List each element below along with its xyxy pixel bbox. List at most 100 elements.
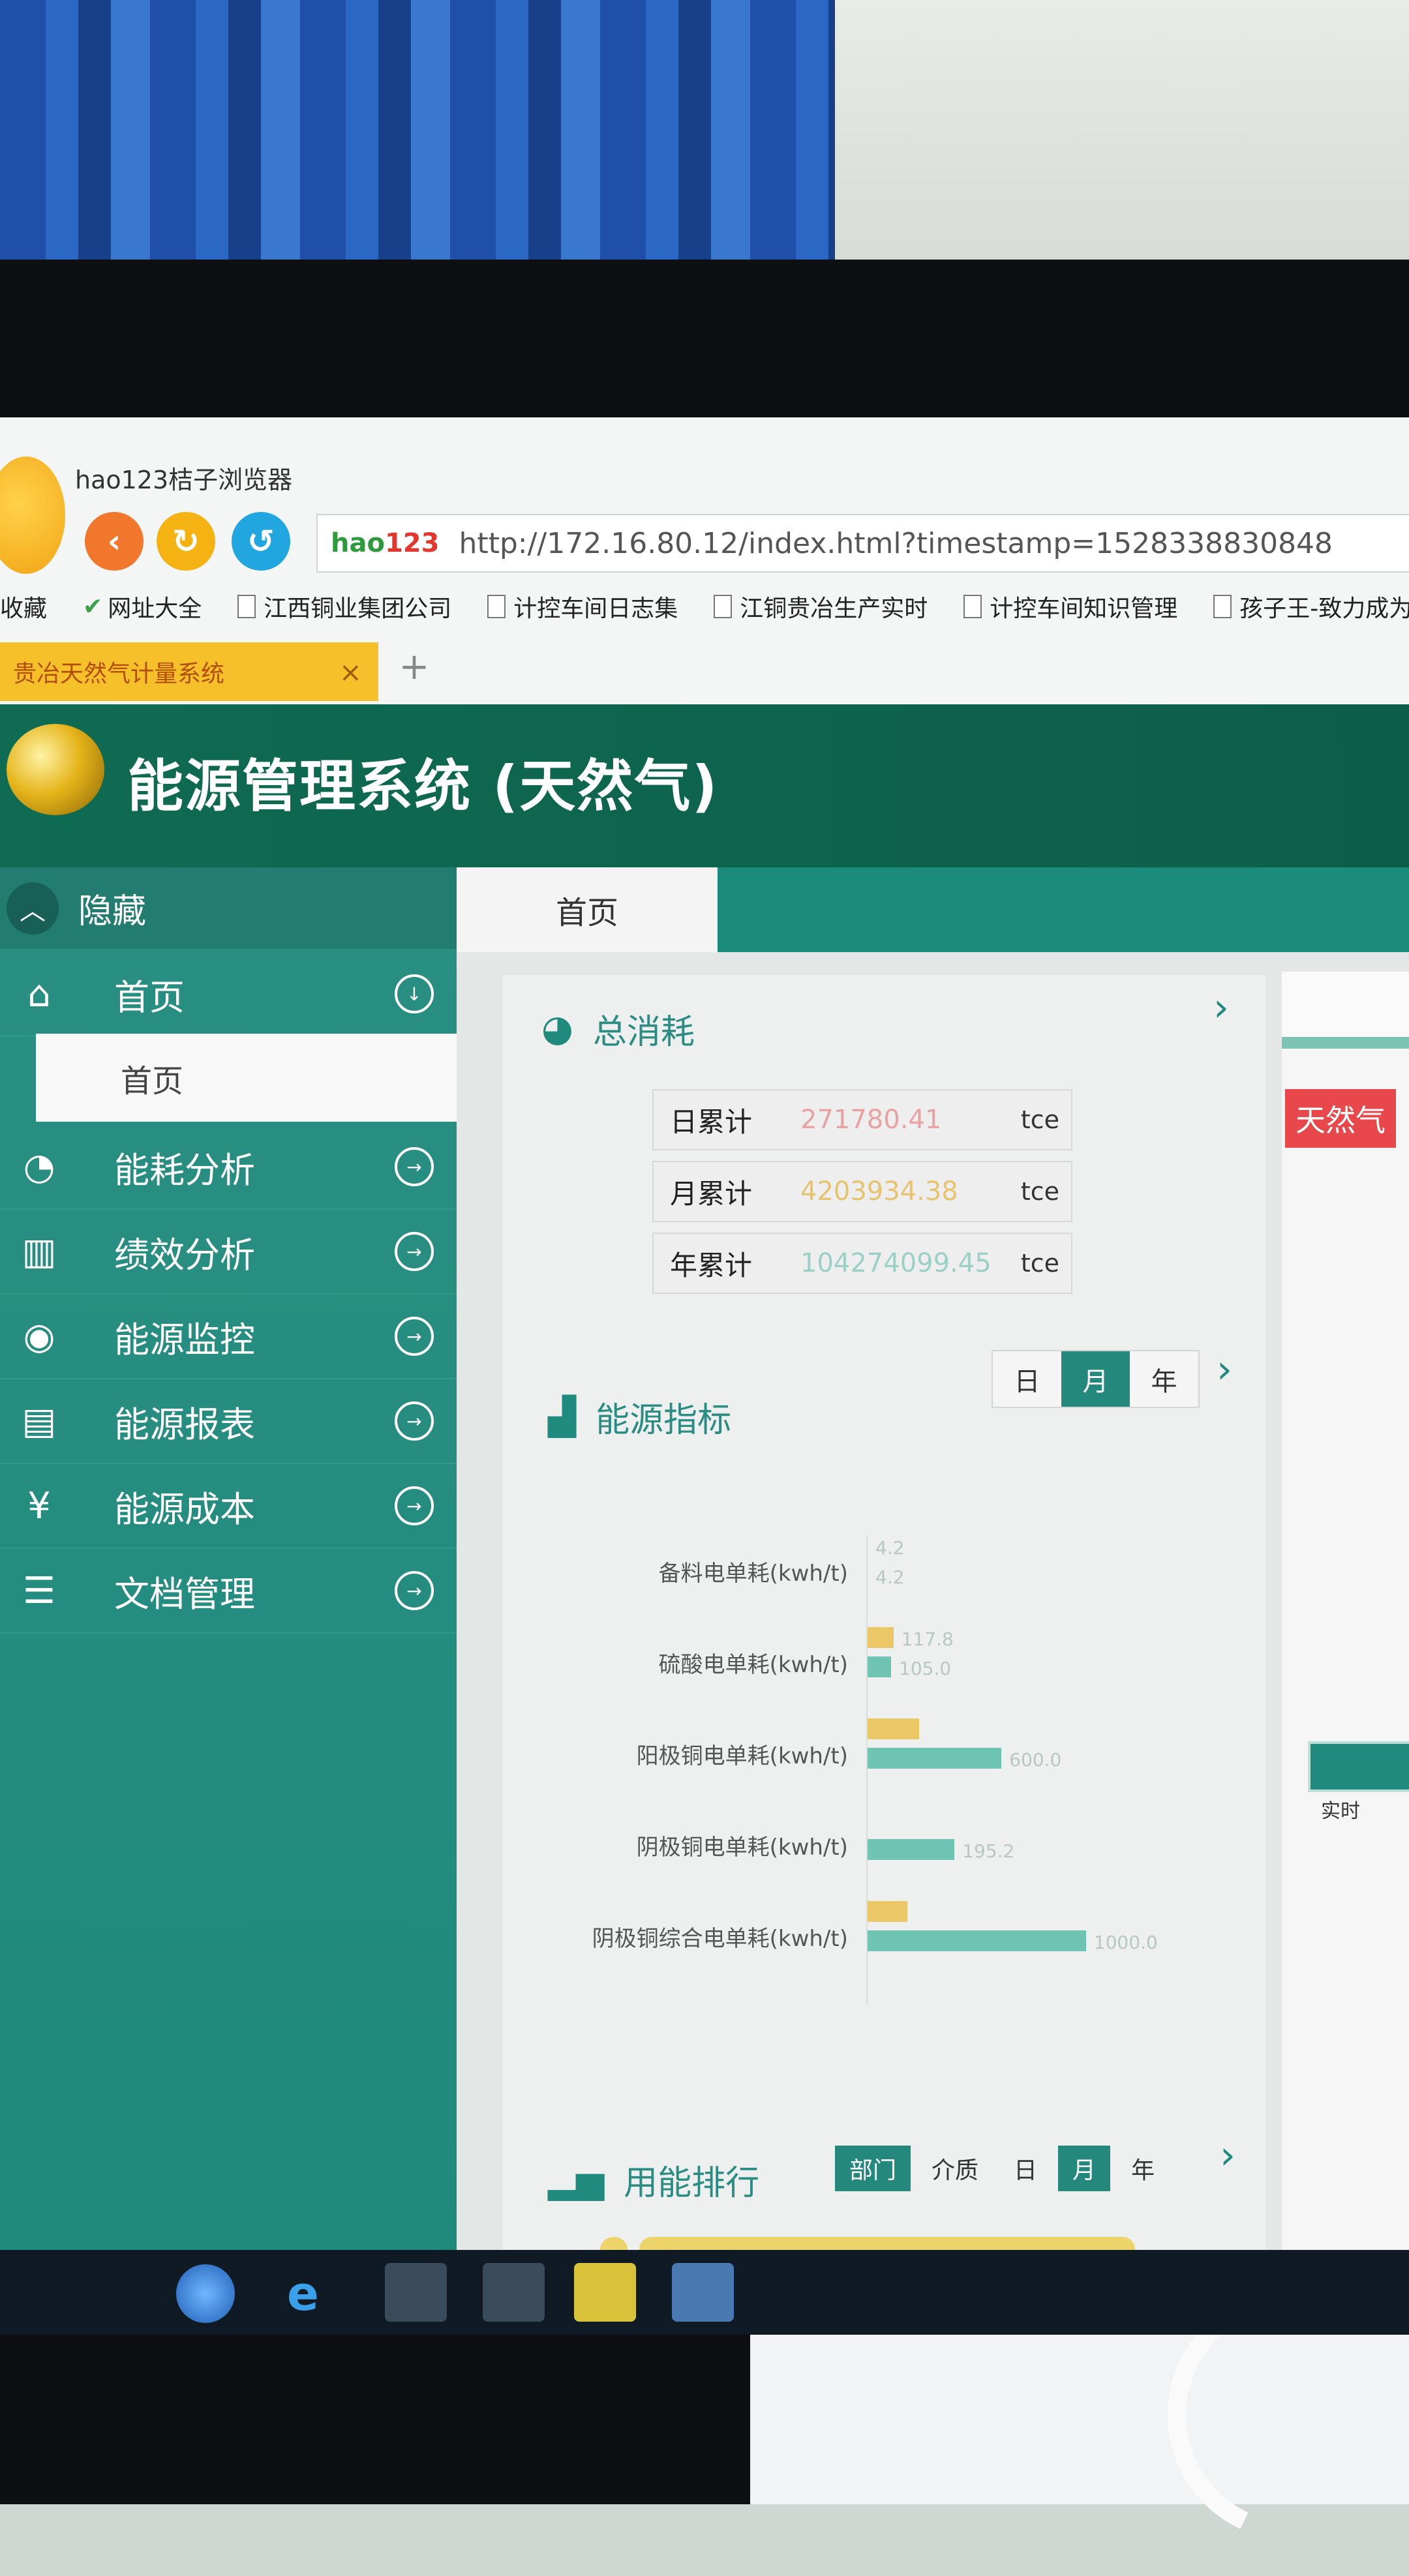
bookmark-item[interactable]: 江西铜业集团公司 [237,590,451,623]
indicator-value-actual: 195.2 [962,1840,1015,1862]
right-panel-header [1282,972,1409,1049]
chevron-right-icon[interactable]: › [1217,1347,1232,1392]
url-text[interactable]: http://172.16.80.12/index.html?timestamp… [459,527,1333,560]
app-header: 能源管理系统 (天然气) [0,704,1409,867]
home-icon: ⌂ [27,972,51,1015]
new-tab-button[interactable]: + [391,646,437,695]
stat-row-monthly: 月累计 4203934.38 tce [652,1161,1072,1222]
indicator-bar-actual [868,1748,1002,1769]
eye-icon: ◉ [23,1315,55,1358]
sidebar-item-label: 文档管理 [114,1573,255,1615]
browser-logo-icon [0,457,65,574]
expand-right-icon: → [395,1232,434,1271]
back-arrow-icon: ‹ [107,522,121,560]
expand-right-icon: → [395,1401,434,1441]
sidebar-item-energy-monitor[interactable]: ◉ 能源监控 → [0,1295,457,1379]
stat-value: 271780.41 [800,1105,942,1135]
energy-indicator-title: ▟ 能源指标 [548,1396,732,1440]
stat-value: 4203934.38 [800,1176,958,1206]
sidebar-item-label: 首页 [114,976,185,1018]
bookmark-favorites[interactable]: 收藏 [0,590,47,623]
filter-department[interactable]: 部门 [835,2146,911,2191]
address-bar[interactable]: hao123 http://172.16.80.12/index.html?ti… [316,514,1409,573]
toggle-month[interactable]: 月 [1061,1351,1130,1407]
report-icon: ▤ [22,1400,57,1443]
undo-button[interactable]: ↺ [232,512,290,571]
content-tabbar: 首页 [457,867,1409,952]
sidebar-hide-label: 隐藏 [78,892,147,931]
toggle-day[interactable]: 日 [993,1351,1061,1407]
tab-strip: 贵冶天然气计量系统 × + [0,642,1409,701]
stat-value: 104274099.45 [800,1248,992,1278]
sidebar-item-label: 能源报表 [114,1403,255,1445]
indicator-bar-actual [868,1930,1086,1951]
filter-month[interactable]: 月 [1058,2146,1111,2191]
bookmark-item[interactable]: 孩子王-致力成为 [1213,590,1409,623]
toggle-year[interactable]: 年 [1130,1351,1198,1407]
taskbar-app-icon[interactable] [574,2263,636,2322]
indicator-label: 阴极铜综合电单耗(kwh/t) [592,1926,848,1952]
chevron-right-icon[interactable]: › [1220,2133,1235,2178]
sidebar-item-label: 能源成本 [114,1488,255,1530]
indicator-value-actual: 600.0 [1009,1749,1062,1771]
indicator-bar-plan [868,1901,908,1922]
sidebar-hide-toggle[interactable]: ︿ 隐藏 [0,867,457,949]
stat-unit: tce [1020,1177,1059,1206]
taskbar-app-icon[interactable] [385,2263,447,2322]
indicator-label: 硫酸电单耗(kwh/t) [658,1652,848,1678]
start-button[interactable] [176,2264,235,2323]
close-icon[interactable]: × [339,656,362,688]
filter-medium[interactable]: 介质 [917,2146,993,2191]
bookmark-item[interactable]: 江铜贵冶生产实时 [714,590,928,623]
expand-down-icon: ↓ [395,974,434,1013]
realtime-label: 实时 [1321,1800,1360,1823]
stat-row-daily: 日累计 271780.41 tce [652,1089,1072,1150]
bookmark-bar: 收藏 ✔ 网址大全 江西铜业集团公司 计控车间日志集 江铜贵冶生产实时 计控车间知… [0,584,1409,629]
bookmark-item[interactable]: 计控车间知识管理 [963,590,1177,623]
stat-unit: tce [1020,1105,1059,1134]
bookmark-item[interactable]: 计控车间日志集 [487,590,678,623]
browser-tab[interactable]: 贵冶天然气计量系统 × [0,642,378,701]
sidebar-subitem-home[interactable]: 首页 [36,1034,466,1122]
sidebar-item-home[interactable]: ⌂ 首页 ↓ [0,952,457,1037]
screen: hao123桔子浏览器 ‹ ↻ ↺ hao123 http://172.16.8… [0,417,1409,2335]
sidebar-item-consumption-analysis[interactable]: ◔ 能耗分析 → [0,1125,457,1210]
back-button[interactable]: ‹ [85,512,144,571]
main-content: 首页 ◕ 总消耗 › 日累计 271780.41 tce 月累计 4203934… [457,867,1409,2335]
check-icon: ✔ [83,593,103,620]
sidebar-item-document-management[interactable]: ☰ 文档管理 → [0,1549,457,1634]
indicator-period-toggle: 日 月 年 [992,1350,1200,1408]
browser-title: hao123桔子浏览器 [75,466,293,494]
sidebar-item-performance-analysis[interactable]: ▥ 绩效分析 → [0,1210,457,1295]
bookmark-directory[interactable]: ✔ 网址大全 [83,590,202,623]
indicator-bar-actual [868,1656,891,1677]
refresh-button[interactable]: ↻ [157,512,215,571]
taskbar-app-icon[interactable] [483,2263,545,2322]
filter-year[interactable]: 年 [1117,2146,1169,2191]
sidebar-item-energy-cost[interactable]: ¥ 能源成本 → [0,1464,457,1549]
browser-icon[interactable]: e [287,2266,319,2321]
indicator-value-actual: 105.0 [899,1658,952,1679]
sidebar-item-energy-report[interactable]: ▤ 能源报表 → [0,1379,457,1464]
page-icon [487,595,506,618]
dashboard-panel: ◕ 总消耗 › 日累计 271780.41 tce 月累计 4203934.38… [502,975,1265,2312]
chevron-right-icon[interactable]: › [1213,985,1229,1030]
right-panel: 天然气 实时 [1282,972,1409,2309]
indicator-value-plan: 4.2 [875,1537,905,1559]
page-icon [1213,595,1232,618]
browser-chrome: hao123桔子浏览器 ‹ ↻ ↺ hao123 http://172.16.8… [0,417,1409,704]
gas-badge[interactable]: 天然气 [1285,1089,1396,1148]
refresh-icon: ↻ [172,522,200,560]
indicator-bar-actual [868,1839,955,1860]
sidebar-subitem-label: 首页 [121,1062,184,1100]
filter-day[interactable]: 日 [999,2146,1052,2191]
taskbar-app-icon[interactable] [672,2263,734,2322]
stat-row-yearly: 年累计 104274099.45 tce [652,1233,1072,1294]
chevron-up-icon: ︿ [7,882,59,935]
stat-label: 月累计 [670,1177,753,1210]
realtime-chip[interactable] [1308,1741,1409,1792]
app-title: 能源管理系统 (天然气) [127,754,719,819]
undo-icon: ↺ [247,522,275,560]
tab-home[interactable]: 首页 [457,867,718,952]
ranking-filter-buttons: 部门 介质 日 月 年 [835,2146,1175,2191]
